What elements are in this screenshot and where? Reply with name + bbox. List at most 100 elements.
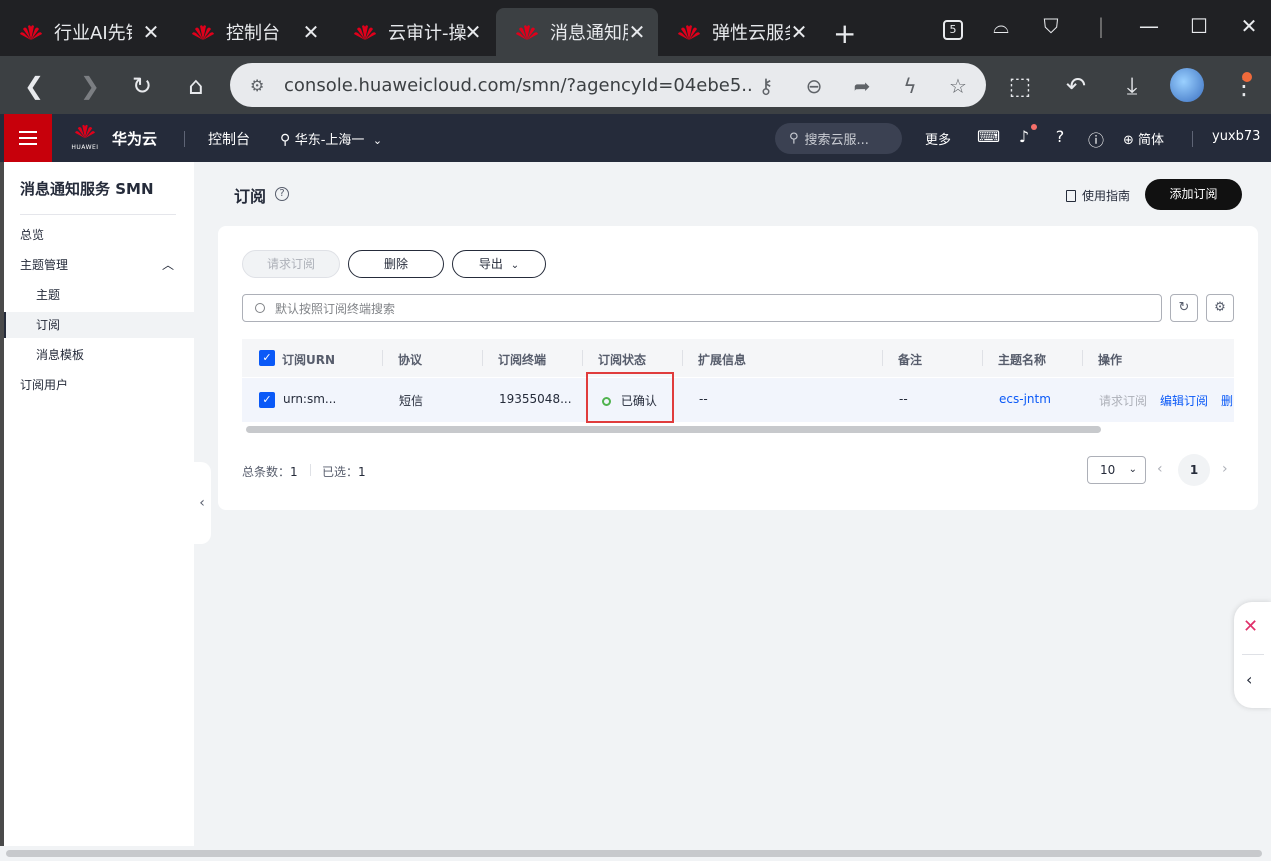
page-number-current[interactable]: 1 (1178, 454, 1210, 486)
select-all-checkbox[interactable]: ✓ (259, 350, 275, 366)
table-row[interactable]: ✓ urn:sm... 短信 19355048... 已确认 -- -- ecs… (242, 378, 1234, 422)
request-subscription-button[interactable]: 请求订阅 (242, 250, 340, 278)
chevron-up-icon: ︿ (161, 258, 174, 272)
home-icon[interactable]: ⌂ (180, 70, 212, 102)
cell-extension: -- (699, 392, 708, 406)
menu-hamburger-icon[interactable] (4, 114, 52, 162)
browser-tab[interactable]: 云审计-操作 ✕ (334, 8, 494, 56)
page-horizontal-scrollbar[interactable] (0, 846, 1271, 861)
browser-tab[interactable]: 弹性云服务器 ✕ (658, 8, 820, 56)
column-header-topic[interactable]: 主题名称 (998, 351, 1046, 368)
maximize-icon[interactable]: ☐ (1184, 14, 1214, 38)
tab-label: 弹性云服务器 (712, 23, 790, 44)
total-count: 总条数：1 (242, 463, 298, 480)
close-icon[interactable]: ✕ (462, 20, 484, 44)
console-link[interactable]: 控制台 (208, 129, 250, 149)
close-icon[interactable]: ✕ (140, 20, 162, 44)
console-search-input[interactable]: ⚲ 搜索云服... (775, 123, 902, 154)
feedback-icon[interactable]: ⓘ (1085, 127, 1107, 151)
book-icon (1066, 189, 1076, 202)
more-link[interactable]: 更多 (925, 129, 951, 148)
column-header-extension[interactable]: 扩展信息 (698, 351, 746, 368)
huawei-logo[interactable]: HUAWEI (70, 122, 100, 151)
column-header-protocol[interactable]: 协议 (398, 351, 422, 368)
sidebar-item-overview[interactable]: 总览 (4, 222, 194, 248)
table-horizontal-scrollbar[interactable] (246, 426, 1101, 433)
back-arrow-icon[interactable]: ❮ (18, 70, 50, 102)
logo-text: HUAWEI (71, 144, 99, 151)
user-name[interactable]: yuxb73 (1212, 129, 1260, 144)
zoom-out-icon[interactable]: ⊖ (802, 74, 826, 98)
star-icon[interactable]: ☆ (946, 74, 970, 98)
shirt-icon[interactable]: ⛉ (1036, 14, 1066, 38)
delete-action[interactable]: 删 (1221, 392, 1233, 409)
column-header-endpoint[interactable]: 订阅终端 (498, 351, 546, 368)
reload-icon[interactable]: ↻ (126, 70, 158, 102)
delete-button[interactable]: 删除 (348, 250, 444, 278)
refresh-icon[interactable]: ↻ (1170, 294, 1198, 322)
console-header: HUAWEI 华为云 控制台 ⚲ 华东-上海一 ⌄ ⚲ 搜索云服... 更多 ⌨… (0, 114, 1271, 162)
language-selector[interactable]: ⊕ 简体 (1123, 129, 1164, 148)
column-divider (682, 350, 683, 366)
profile-avatar[interactable] (1170, 68, 1204, 102)
site-settings-icon[interactable]: ⚙ (250, 76, 270, 95)
column-header-status[interactable]: 订阅状态 (598, 351, 646, 368)
column-header-remark[interactable]: 备注 (898, 351, 922, 368)
sidebar-item-topic-management[interactable]: 主题管理 ︿ (4, 252, 194, 278)
close-icon[interactable]: ✕ (788, 20, 810, 44)
url-text: console.huaweicloud.com/smn/?agencyId=04… (284, 74, 754, 96)
location-pin-icon: ⚲ (280, 132, 291, 148)
assistant-logo-icon[interactable]: ✕ (1243, 616, 1258, 637)
settings-gear-icon[interactable]: ⚙ (1206, 294, 1234, 322)
share-icon[interactable]: ➦ (850, 74, 874, 98)
download-icon[interactable]: ⤓ (1116, 70, 1148, 102)
column-divider (582, 350, 583, 366)
minimize-icon[interactable]: — (1134, 14, 1164, 38)
next-page-chevron-right-icon[interactable]: › (1222, 461, 1228, 477)
browser-tab[interactable]: 行业AI先锋 ✕ (0, 8, 172, 56)
selected-count: 已选：1 (322, 463, 366, 480)
reading-glasses-icon[interactable]: ⌓ (986, 14, 1016, 38)
add-subscription-button[interactable]: 添加订阅 (1145, 179, 1242, 210)
scrollbar-thumb[interactable] (6, 850, 1262, 857)
selected-label: 已选： (322, 465, 359, 479)
brand-name[interactable]: 华为云 (112, 128, 157, 149)
sidebar-item-message-templates[interactable]: 消息模板 (4, 342, 194, 368)
page-size-select[interactable]: 10 ⌄ (1087, 456, 1146, 484)
help-icon[interactable]: ? (1049, 127, 1071, 146)
tab-count-icon[interactable]: 5 (938, 14, 968, 40)
expand-chevron-left-icon[interactable]: ‹ (1246, 670, 1252, 689)
user-guide-link[interactable]: 使用指南 (1066, 187, 1130, 204)
sidebar-item-subscriptions[interactable]: 订阅 (4, 312, 194, 338)
close-icon[interactable]: ✕ (300, 20, 322, 44)
extensions-icon[interactable]: ⬚ (1004, 70, 1036, 102)
close-icon[interactable]: ✕ (626, 20, 648, 44)
edit-subscription-action[interactable]: 编辑订阅 (1160, 392, 1208, 409)
topic-link[interactable]: ecs-jntm (999, 392, 1051, 406)
sidebar-item-subscription-users[interactable]: 订阅用户 (4, 372, 194, 398)
question-circle-icon[interactable]: ? (275, 187, 289, 201)
forward-arrow-icon[interactable]: ❯ (74, 70, 106, 102)
region-selector[interactable]: ⚲ 华东-上海一 ⌄ (280, 129, 382, 148)
export-dropdown-button[interactable]: 导出 ⌄ (452, 250, 546, 278)
browser-tab[interactable]: 控制台 ✕ (172, 8, 332, 56)
header-divider (1192, 131, 1193, 147)
browser-tab-active[interactable]: 消息通知服务 ✕ (496, 8, 658, 56)
subscription-search-input[interactable]: 默认按照订阅终端搜索 (242, 294, 1162, 322)
key-icon[interactable]: ⚷ (754, 74, 778, 98)
terminal-icon[interactable]: ⌨ (977, 127, 1000, 146)
column-header-urn[interactable]: 订阅URN (282, 351, 335, 368)
export-label: 导出 (478, 257, 503, 271)
new-tab-plus-icon[interactable]: + (833, 17, 856, 50)
prev-page-chevron-left-icon[interactable]: ‹ (1157, 461, 1163, 477)
sidebar-collapse-chevron-left-icon[interactable]: ‹ (193, 462, 211, 544)
request-subscription-action[interactable]: 请求订阅 (1099, 392, 1147, 409)
row-checkbox[interactable]: ✓ (259, 392, 275, 408)
bolt-icon[interactable]: ϟ (898, 74, 922, 98)
address-bar[interactable]: ⚙ console.huaweicloud.com/smn/?agencyId=… (230, 63, 986, 107)
bell-icon[interactable]: ♪ (1013, 127, 1035, 146)
window-close-icon[interactable]: ✕ (1234, 14, 1264, 38)
sidebar-item-topics[interactable]: 主题 (4, 282, 194, 308)
separator: | (1097, 14, 1105, 38)
history-icon[interactable]: ↶ (1060, 70, 1092, 102)
